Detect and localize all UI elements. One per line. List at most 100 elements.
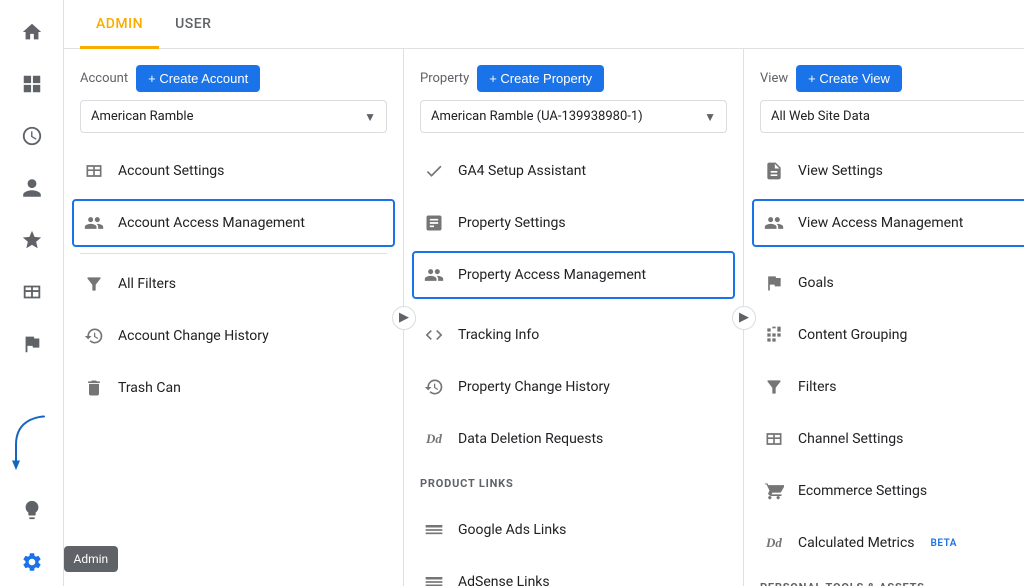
trash-can-icon — [82, 376, 106, 400]
personal-tools-section-label: PERSONAL TOOLS & ASSETS — [744, 569, 1024, 586]
content-grouping-icon — [762, 323, 786, 347]
account-access-label: Account Access Management — [118, 215, 305, 231]
account-dropdown-arrow: ▼ — [364, 110, 376, 124]
filters-label: Filters — [798, 379, 837, 395]
property-settings-icon — [422, 211, 446, 235]
nav-property-settings[interactable]: Property Settings — [404, 197, 743, 249]
account-change-history-icon — [82, 324, 106, 348]
view-header: View + Create View — [744, 49, 1024, 100]
view-label: View — [760, 71, 788, 86]
tabs-bar: ADMIN USER — [64, 0, 1024, 49]
nav-ga4-setup[interactable]: GA4 Setup Assistant — [404, 145, 743, 197]
nav-ecommerce[interactable]: Ecommerce Settings — [744, 465, 1024, 517]
tab-admin[interactable]: ADMIN — [80, 0, 159, 49]
sidebar-flag-icon[interactable] — [8, 320, 56, 368]
sidebar-bulb-icon[interactable] — [8, 486, 56, 534]
property-header: Property + Create Property — [404, 49, 743, 100]
ecommerce-label: Ecommerce Settings — [798, 483, 927, 499]
nav-goals[interactable]: Goals — [744, 257, 1024, 309]
property-column: Property + Create Property American Ramb… — [404, 49, 744, 586]
property-settings-label: Property Settings — [458, 215, 566, 231]
ga4-setup-icon — [422, 159, 446, 183]
sidebar-dashboard-icon[interactable] — [8, 60, 56, 108]
main-content: ADMIN USER Account + Create Account Amer… — [64, 0, 1024, 586]
property-dropdown[interactable]: American Ramble (UA-139938980-1) ▼ — [420, 100, 727, 133]
account-settings-icon — [82, 159, 106, 183]
nav-account-access[interactable]: Account Access Management — [72, 199, 395, 247]
nav-view-access[interactable]: View Access Management — [752, 199, 1024, 247]
nav-property-access[interactable]: Property Access Management — [412, 251, 735, 299]
nav-tracking-info[interactable]: Tracking Info — [404, 309, 743, 361]
account-column-wrapper: Account + Create Account American Ramble… — [64, 49, 404, 586]
connector-1: ▶ — [392, 306, 416, 330]
view-access-label: View Access Management — [798, 215, 963, 231]
sidebar-person-icon[interactable] — [8, 164, 56, 212]
nav-channel-settings[interactable]: Channel Settings — [744, 413, 1024, 465]
account-settings-label: Account Settings — [118, 163, 224, 179]
beta-badge: BETA — [931, 538, 957, 549]
create-property-button[interactable]: + Create Property — [477, 65, 604, 92]
view-dropdown[interactable]: All Web Site Data ▼ — [760, 100, 1024, 133]
google-ads-icon — [422, 518, 446, 542]
view-dropdown-value: All Web Site Data — [771, 109, 870, 124]
tracking-info-icon — [422, 323, 446, 347]
calculated-metrics-label: Calculated Metrics — [798, 535, 915, 551]
nav-google-ads[interactable]: Google Ads Links — [404, 504, 743, 556]
nav-content-grouping[interactable]: Content Grouping — [744, 309, 1024, 361]
calculated-metrics-icon: Dd — [762, 531, 786, 555]
view-access-icon — [762, 211, 786, 235]
account-header: Account + Create Account — [64, 49, 403, 100]
sidebar-home-icon[interactable] — [8, 8, 56, 56]
nav-view-settings[interactable]: View Settings — [744, 145, 1024, 197]
sidebar-gear-icon[interactable]: Admin — [8, 538, 56, 586]
product-links-section-label: PRODUCT LINKS — [404, 465, 743, 496]
google-ads-label: Google Ads Links — [458, 522, 566, 538]
account-dropdown[interactable]: American Ramble ▼ — [80, 100, 387, 133]
filters-icon — [762, 375, 786, 399]
nav-adsense[interactable]: AdSense Links — [404, 556, 743, 586]
tracking-info-label: Tracking Info — [458, 327, 539, 343]
arrow-annotation — [8, 405, 56, 480]
tab-user[interactable]: USER — [159, 0, 227, 49]
content-grouping-label: Content Grouping — [798, 327, 907, 343]
goals-icon — [762, 271, 786, 295]
create-view-button[interactable]: + Create View — [796, 65, 902, 92]
nav-filters[interactable]: Filters — [744, 361, 1024, 413]
create-account-button[interactable]: + Create Account — [136, 65, 260, 92]
nav-calculated-metrics[interactable]: Dd Calculated Metrics BETA — [744, 517, 1024, 569]
goals-label: Goals — [798, 275, 834, 291]
nav-account-change-history[interactable]: Account Change History — [64, 310, 403, 362]
view-settings-label: View Settings — [798, 163, 883, 179]
sidebar-clock-icon[interactable] — [8, 112, 56, 160]
property-label: Property — [420, 71, 469, 86]
nav-trash-can[interactable]: Trash Can — [64, 362, 403, 414]
account-change-history-label: Account Change History — [118, 328, 269, 344]
channel-settings-icon — [762, 427, 786, 451]
data-deletion-icon: Dd — [422, 427, 446, 451]
nav-all-filters[interactable]: All Filters — [64, 258, 403, 310]
property-change-history-icon — [422, 375, 446, 399]
ga4-setup-label: GA4 Setup Assistant — [458, 163, 586, 179]
adsense-icon — [422, 570, 446, 586]
view-column: View + Create View All Web Site Data ▼ V… — [744, 49, 1024, 586]
account-label: Account — [80, 71, 128, 86]
nav-account-settings[interactable]: Account Settings — [64, 145, 403, 197]
property-dropdown-arrow: ▼ — [704, 110, 716, 124]
sidebar: Admin — [0, 0, 64, 586]
nav-data-deletion[interactable]: Dd Data Deletion Requests — [404, 413, 743, 465]
admin-tooltip: Admin — [64, 546, 119, 572]
nav-property-change-history[interactable]: Property Change History — [404, 361, 743, 413]
sidebar-star-icon[interactable] — [8, 216, 56, 264]
channel-settings-label: Channel Settings — [798, 431, 903, 447]
ecommerce-icon — [762, 479, 786, 503]
all-filters-label: All Filters — [118, 276, 176, 292]
sidebar-grid-icon[interactable] — [8, 268, 56, 316]
divider-1 — [80, 253, 387, 254]
trash-can-label: Trash Can — [118, 380, 181, 396]
property-access-icon — [422, 263, 446, 287]
account-access-icon — [82, 211, 106, 235]
property-change-history-label: Property Change History — [458, 379, 610, 395]
view-settings-icon — [762, 159, 786, 183]
property-access-label: Property Access Management — [458, 267, 646, 283]
property-column-wrapper: Property + Create Property American Ramb… — [404, 49, 744, 586]
